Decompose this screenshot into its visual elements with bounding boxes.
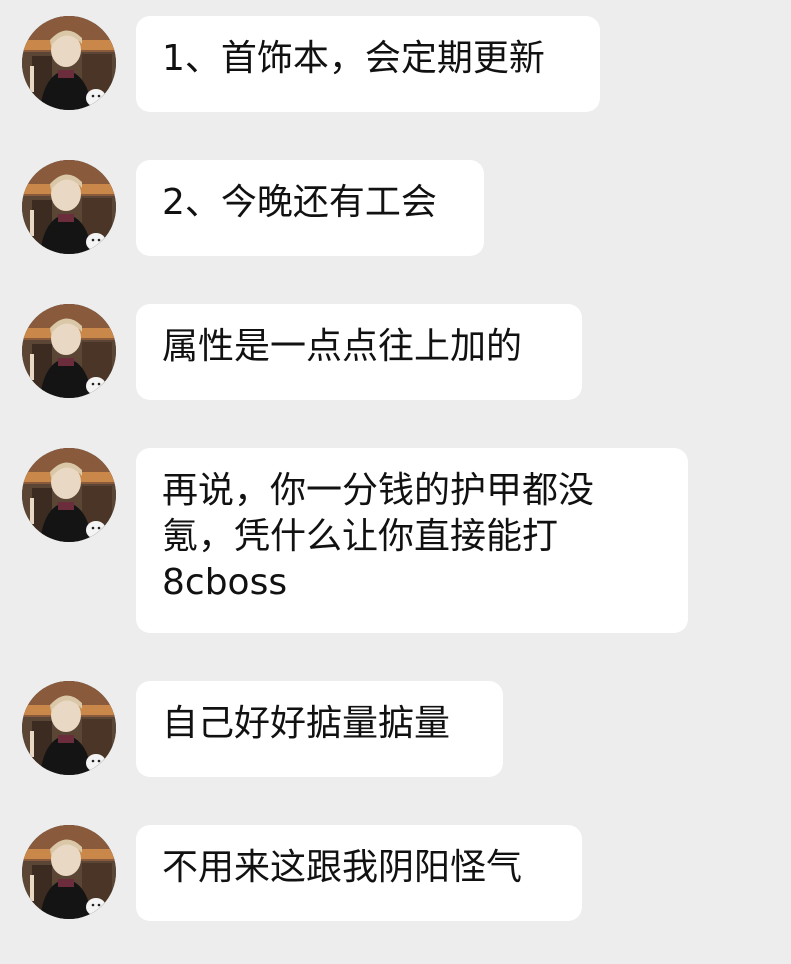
sender-avatar[interactable]	[22, 160, 116, 254]
message-bubble[interactable]: 2、今晚还有工会	[136, 160, 484, 256]
sender-avatar[interactable]	[22, 304, 116, 398]
avatar-illustration-icon	[22, 304, 116, 398]
sender-avatar[interactable]	[22, 448, 116, 542]
message-bubble[interactable]: 不用来这跟我阴阳怪气	[136, 825, 582, 921]
message-bubble[interactable]: 自己好好掂量掂量	[136, 681, 503, 777]
message-bubble[interactable]: 属性是一点点往上加的	[136, 304, 582, 400]
chat-message-list[interactable]: 1、首饰本，会定期更新 2、今晚还有工会 属性是一点点往上加的 再说，你一分钱的…	[0, 0, 791, 964]
sender-avatar[interactable]	[22, 16, 116, 110]
sender-avatar[interactable]	[22, 681, 116, 775]
avatar-illustration-icon	[22, 825, 116, 919]
avatar-illustration-icon	[22, 160, 116, 254]
avatar-illustration-icon	[22, 448, 116, 542]
avatar-illustration-icon	[22, 16, 116, 110]
message-bubble[interactable]: 1、首饰本，会定期更新	[136, 16, 600, 112]
sender-avatar[interactable]	[22, 825, 116, 919]
avatar-illustration-icon	[22, 681, 116, 775]
message-bubble[interactable]: 再说，你一分钱的护甲都没 氪，凭什么让你直接能打 8cboss	[136, 448, 688, 633]
